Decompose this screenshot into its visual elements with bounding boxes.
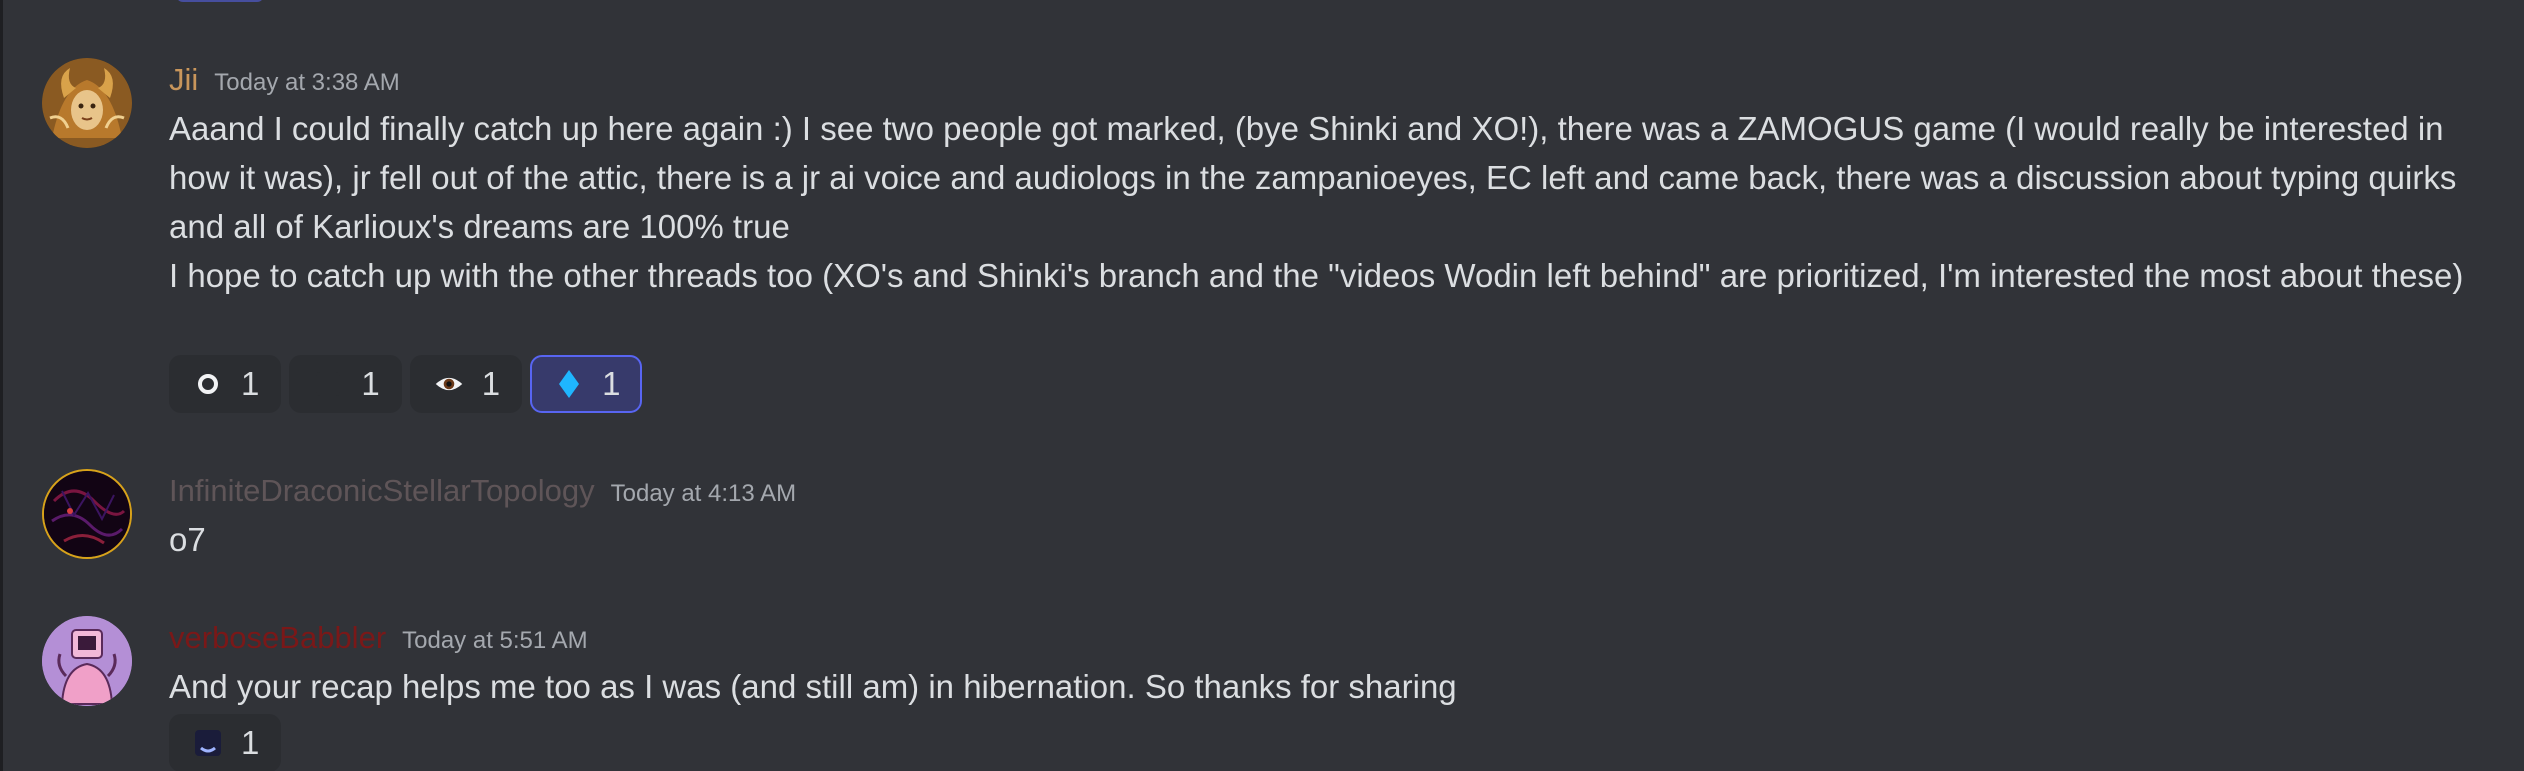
timestamp[interactable]: Today at 5:51 AM xyxy=(402,621,587,661)
dark-emoji-icon xyxy=(313,369,343,399)
reaction-count: 1 xyxy=(241,724,260,761)
reaction-button-selected[interactable]: 1 xyxy=(530,355,643,413)
avatar-infinitedraconic-image xyxy=(44,471,130,557)
username[interactable]: verboseBabbler xyxy=(169,618,386,658)
reaction-button[interactable]: 1 xyxy=(409,355,523,413)
avatar[interactable] xyxy=(42,469,132,559)
message-content: And your recap helps me too as I was (an… xyxy=(169,662,2469,711)
server-sidebar-edge xyxy=(0,0,3,771)
ring-emoji-icon xyxy=(193,369,223,399)
message-text: o7 xyxy=(169,521,206,558)
diamond-emoji-icon xyxy=(554,369,584,399)
previous-message-reaction[interactable] xyxy=(176,0,264,2)
avatar[interactable] xyxy=(42,616,132,706)
reaction-button[interactable]: 1 xyxy=(169,714,282,771)
message-header: verboseBabbler Today at 5:51 AM xyxy=(169,618,588,658)
avatar-jii-image xyxy=(42,58,132,148)
reaction-button[interactable]: 1 xyxy=(169,355,282,413)
reaction-count: 1 xyxy=(361,365,380,402)
avatar-verbosebabbler-image xyxy=(42,616,132,706)
reaction-bar: 1 xyxy=(169,714,282,771)
message-text: Aaand I could finally catch up here agai… xyxy=(169,110,2457,245)
username[interactable]: InfiniteDraconicStellarTopology xyxy=(169,471,595,511)
timestamp[interactable]: Today at 4:13 AM xyxy=(611,474,796,514)
username[interactable]: Jii xyxy=(169,60,198,100)
message-header: Jii Today at 3:38 AM xyxy=(169,60,400,100)
message-content: o7 xyxy=(169,515,2469,564)
message-text: And your recap helps me too as I was (an… xyxy=(169,668,1457,705)
moon-emoji-icon xyxy=(193,728,223,758)
eye-emoji-icon xyxy=(434,369,464,399)
message-header: InfiniteDraconicStellarTopology Today at… xyxy=(169,471,796,511)
chat-message-list: Jii Today at 3:38 AM Aaand I could final… xyxy=(0,0,2524,771)
message-content: Aaand I could finally catch up here agai… xyxy=(169,104,2469,300)
reaction-count: 1 xyxy=(241,365,260,402)
message-text: I hope to catch up with the other thread… xyxy=(169,257,2464,294)
reaction-button[interactable]: 1 xyxy=(289,355,402,413)
avatar[interactable] xyxy=(42,58,132,148)
reaction-bar: 1 1 1 1 xyxy=(169,355,643,413)
timestamp[interactable]: Today at 3:38 AM xyxy=(214,63,399,103)
reaction-count: 1 xyxy=(481,365,501,402)
reaction-count: 1 xyxy=(602,365,621,402)
